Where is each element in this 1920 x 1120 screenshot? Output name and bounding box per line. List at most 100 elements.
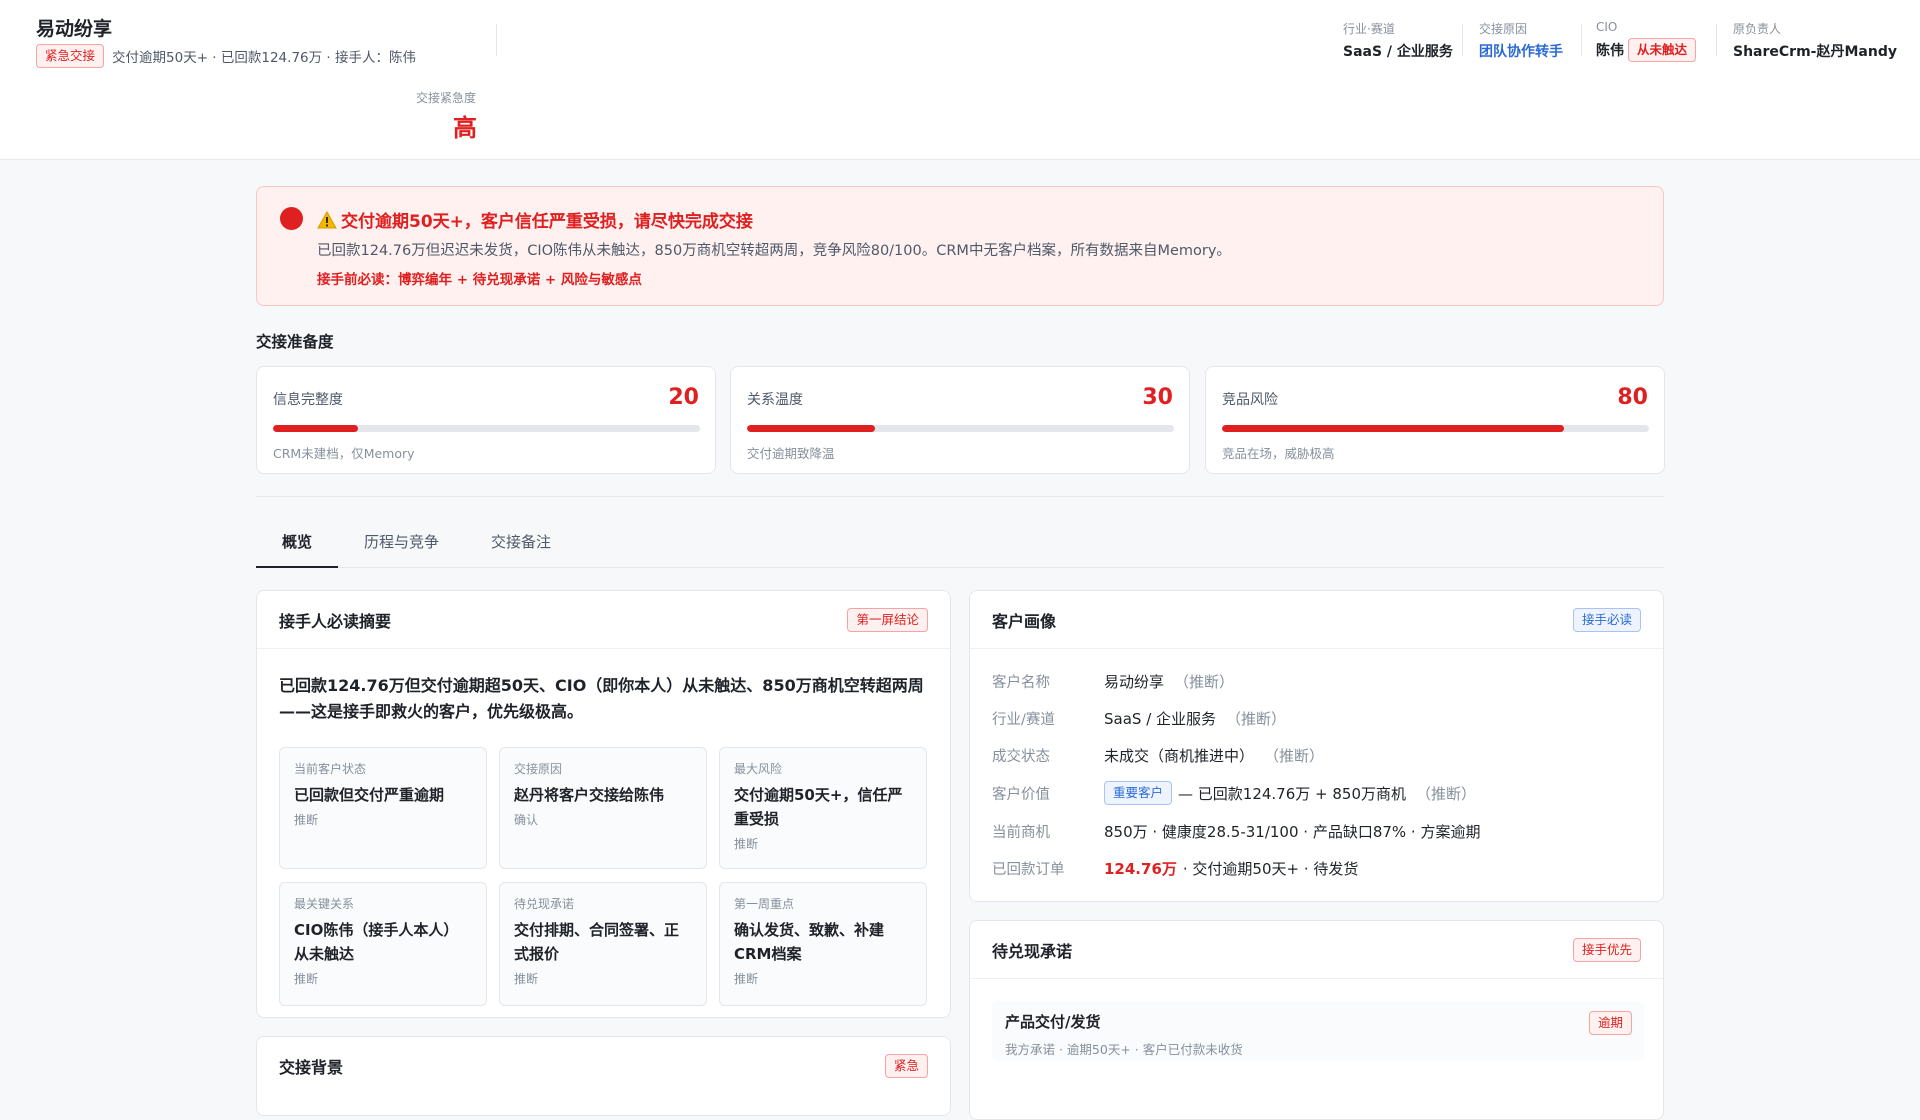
cell-value: 交付逾期50天+，信任严重受损	[734, 786, 903, 828]
cio-never-reached-badge: 从未触达	[1628, 38, 1697, 62]
profile-hint: （推断）	[1226, 710, 1287, 728]
tab-history-competition[interactable]: 历程与竞争	[338, 520, 465, 568]
must-read-summary-card: 接手人必读摘要 第一屏结论 已回款124.76万但交付逾期超50天、CIO（即你…	[256, 590, 951, 1018]
promise-description: 我方承诺 · 逾期50天+ · 客户已付款未收货	[1005, 1042, 1243, 1057]
cell-note: 推断	[734, 837, 759, 851]
promise-item[interactable]: 产品交付/发货 我方承诺 · 逾期50天+ · 客户已付款未收货 逾期	[992, 1001, 1644, 1061]
card-title: 待兑现承诺	[992, 941, 1073, 961]
profile-value: 未成交（商机推进中）	[1104, 747, 1255, 765]
profile-hint: （推断）	[1416, 784, 1477, 803]
profile-hint: （推断）	[1264, 747, 1325, 765]
metric-progress-fill	[747, 425, 876, 432]
customer-profile-card: 客户画像 接手必读 客户名称 易动纷享 （推断） 行业/赛道 SaaS / 企业…	[969, 590, 1664, 902]
meta-reason-link[interactable]: 团队协作转手	[1479, 41, 1563, 61]
profile-key: 已回款订单	[992, 862, 1065, 878]
section-divider	[256, 496, 1664, 497]
profile-row-industry: 行业/赛道 SaaS / 企业服务 （推断）	[992, 708, 1286, 729]
alert-must-read: 接手前必读：博弈编年 + 待兑现承诺 + 风险与敏感点	[317, 272, 642, 288]
profile-hint: （推断）	[1174, 673, 1235, 691]
profile-value: 重要客户 — 已回款124.76万 + 850万商机	[1104, 781, 1406, 805]
metric-note: CRM未建档，仅Memory	[273, 446, 415, 461]
metric-score: 20	[668, 385, 699, 410]
summary-cell-first-week-focus: 第一周重点 确认发货、致歉、补建CRM档案 推断	[719, 882, 927, 1006]
profile-row-customer-value: 客户价值 重要客户 — 已回款124.76万 + 850万商机 （推断）	[992, 781, 1476, 805]
metric-competitor-risk: 竞品风险 80 竞品在场，威胁极高	[1205, 366, 1665, 474]
meta-cio-label: CIO	[1596, 20, 1618, 34]
meta-industry-value: SaaS / 企业服务	[1343, 44, 1453, 60]
profile-key: 行业/赛道	[992, 712, 1055, 728]
profile-key: 当前商机	[992, 825, 1050, 841]
metric-info-completeness: 信息完整度 20 CRM未建档，仅Memory	[256, 366, 716, 474]
header-summary: 交付逾期50天+ · 已回款124.76万 · 接手人：陈伟	[112, 50, 416, 66]
card-header: 客户画像 接手必读	[970, 591, 1663, 649]
card-title: 客户画像	[992, 611, 1057, 631]
profile-row-name: 客户名称 易动纷享 （推断）	[992, 671, 1234, 692]
alert-title: 交付逾期50天+，客户信任严重受损，请尽快完成交接	[317, 207, 753, 232]
first-screen-conclusion-badge: 第一屏结论	[847, 607, 928, 632]
cell-note: 确认	[514, 813, 539, 827]
warning-icon	[317, 210, 337, 228]
profile-row-deal-status: 成交状态 未成交（商机推进中） （推断）	[992, 745, 1324, 766]
header-divider	[496, 24, 497, 56]
cio-name: 陈伟	[1596, 43, 1624, 59]
profile-key: 成交状态	[992, 749, 1050, 765]
metric-label: 竞品风险	[1222, 392, 1278, 408]
overdue-badge: 逾期	[1588, 1011, 1632, 1035]
meta-cio-value: 陈伟 从未触达	[1596, 38, 1697, 62]
handover-background-card: 交接背景 紧急	[256, 1036, 951, 1116]
metric-note: 交付逾期致降温	[747, 446, 835, 461]
meta-industry-label: 行业·赛道	[1343, 22, 1395, 36]
meta-industry: 行业·赛道 SaaS / 企业服务	[1343, 20, 1453, 61]
header-subline: 紧急交接 交付逾期50天+ · 已回款124.76万 · 接手人：陈伟	[36, 44, 416, 68]
profile-value-text: — 已回款124.76万 + 850万商机	[1178, 784, 1407, 803]
cell-label: 第一周重点	[734, 897, 795, 911]
profile-key: 客户价值	[992, 786, 1050, 803]
summary-cell-current-status: 当前客户状态 已回款但交付严重逾期 推断	[279, 747, 487, 869]
card-header: 接手人必读摘要 第一屏结论	[257, 591, 950, 649]
profile-value-text: · 交付逾期50天+ · 待发货	[1182, 860, 1359, 878]
meta-reason: 交接原因 团队协作转手	[1479, 20, 1563, 61]
cell-label: 最大风险	[734, 762, 783, 776]
card-header: 待兑现承诺 接手优先	[970, 921, 1663, 979]
cell-value: 已回款但交付严重逾期	[294, 786, 445, 804]
metric-score: 30	[1142, 385, 1173, 410]
pending-promises-card: 待兑现承诺 接手优先 产品交付/发货 我方承诺 · 逾期50天+ · 客户已付款…	[969, 920, 1664, 1120]
urgency-label: 交接紧急度	[416, 91, 477, 105]
cell-value: 确认发货、致歉、补建CRM档案	[734, 921, 885, 963]
customer-name-title: 易动纷享	[36, 18, 113, 40]
metric-progress-bar	[1222, 425, 1649, 432]
summary-cell-handover-reason: 交接原因 赵丹将客户交接给陈伟 确认	[499, 747, 707, 869]
summary-cell-pending-promises: 待兑现承诺 交付排期、合同签署、正式报价 推断	[499, 882, 707, 1006]
tab-overview[interactable]: 概览	[256, 520, 339, 568]
cell-note: 推断	[734, 972, 759, 986]
cell-note: 推断	[294, 972, 319, 986]
promise-title: 产品交付/发货	[1005, 1013, 1101, 1031]
tab-bar: 概览 历程与竞争 交接备注	[256, 520, 1664, 568]
meta-divider	[1462, 24, 1463, 56]
meta-divider	[1716, 24, 1717, 56]
urgent-handover-badge: 紧急交接	[36, 44, 105, 68]
tab-handover-notes[interactable]: 交接备注	[465, 520, 577, 568]
alert-status-dot	[280, 207, 303, 230]
card-title: 交接背景	[279, 1058, 344, 1077]
cell-value: 赵丹将客户交接给陈伟	[514, 786, 665, 804]
meta-divider	[1581, 24, 1582, 56]
meta-cio: CIO 陈伟 从未触达	[1596, 20, 1697, 62]
urgency-value: 高	[453, 114, 477, 142]
metric-progress-fill	[273, 425, 359, 432]
summary-grid: 当前客户状态 已回款但交付严重逾期 推断 交接原因 赵丹将客户交接给陈伟 确认 …	[279, 747, 927, 1006]
paid-amount: 124.76万	[1104, 860, 1177, 878]
readiness-section-title: 交接准备度	[256, 333, 334, 351]
metric-progress-bar	[747, 425, 1174, 432]
meta-reason-label: 交接原因	[1479, 22, 1528, 36]
cell-note: 推断	[294, 813, 319, 827]
metric-score: 80	[1617, 385, 1648, 410]
profile-row-opportunity: 当前商机 850万 · 健康度28.5-31/100 · 产品缺口87% · 方…	[992, 821, 1480, 842]
cell-label: 当前客户状态	[294, 762, 367, 776]
cell-value: CIO陈伟（接手人本人）从未触达	[294, 921, 459, 963]
meta-owner: 原负责人 ShareCrm-赵丹Mandy	[1733, 20, 1897, 61]
takeover-priority-badge: 接手优先	[1572, 937, 1641, 962]
metric-progress-bar	[273, 425, 700, 432]
cell-value: 交付排期、合同签署、正式报价	[514, 921, 680, 963]
metric-label: 信息完整度	[273, 392, 343, 408]
